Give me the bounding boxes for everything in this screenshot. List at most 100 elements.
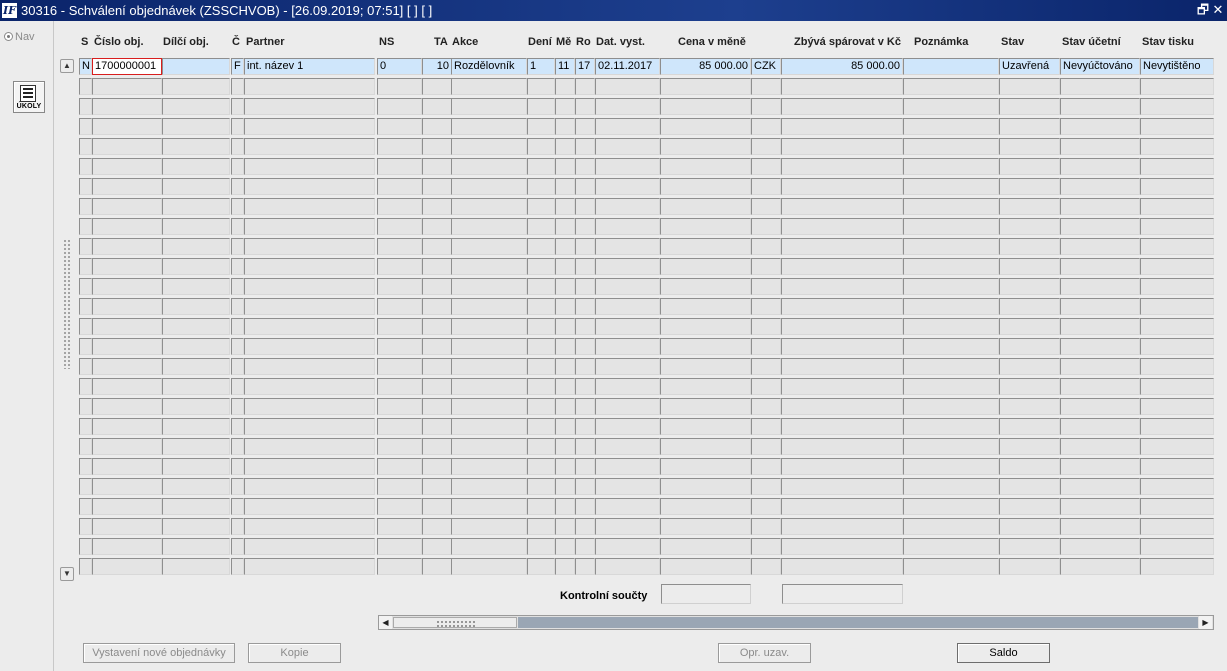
empty-cell[interactable] [903, 78, 999, 95]
empty-cell[interactable] [575, 78, 595, 95]
empty-cell[interactable] [903, 438, 999, 455]
empty-cell[interactable] [527, 498, 555, 515]
empty-cell[interactable] [244, 418, 375, 435]
empty-cell[interactable] [575, 238, 595, 255]
empty-cell[interactable] [162, 238, 230, 255]
empty-cell[interactable] [79, 118, 92, 135]
empty-cell[interactable] [244, 138, 375, 155]
empty-cell[interactable] [162, 178, 230, 195]
empty-cell[interactable] [1060, 338, 1140, 355]
empty-cell[interactable] [555, 498, 575, 515]
empty-cell[interactable] [999, 518, 1060, 535]
empty-cell[interactable] [162, 318, 230, 335]
empty-cell[interactable] [451, 538, 527, 555]
empty-cell[interactable] [999, 78, 1060, 95]
empty-cell[interactable] [903, 518, 999, 535]
empty-cell[interactable] [231, 238, 244, 255]
empty-cell[interactable] [92, 278, 162, 295]
empty-cell[interactable] [595, 198, 660, 215]
empty-cell[interactable] [451, 278, 527, 295]
empty-cell[interactable] [451, 318, 527, 335]
empty-cell[interactable] [451, 298, 527, 315]
empty-cell[interactable] [162, 218, 230, 235]
empty-cell[interactable] [555, 458, 575, 475]
empty-cell[interactable] [231, 158, 244, 175]
empty-cell[interactable] [555, 98, 575, 115]
empty-cell[interactable] [751, 518, 781, 535]
empty-cell[interactable] [244, 538, 375, 555]
empty-cell[interactable] [751, 538, 781, 555]
empty-cell[interactable] [244, 478, 375, 495]
empty-cell[interactable] [751, 558, 781, 575]
empty-cell[interactable] [377, 298, 422, 315]
empty-cell[interactable] [1140, 398, 1214, 415]
empty-cell[interactable] [377, 138, 422, 155]
empty-cell[interactable] [527, 198, 555, 215]
empty-cell[interactable] [79, 398, 92, 415]
empty-cell[interactable] [781, 178, 903, 195]
empty-cell[interactable] [451, 378, 527, 395]
empty-cell[interactable] [1140, 538, 1214, 555]
empty-cell[interactable] [660, 298, 751, 315]
empty-cell[interactable] [660, 518, 751, 535]
empty-cell[interactable] [244, 358, 375, 375]
cell-stav[interactable]: Uzavřená [999, 58, 1060, 75]
empty-cell[interactable] [660, 158, 751, 175]
empty-cell[interactable] [1140, 278, 1214, 295]
copy-button[interactable]: Kopie [248, 643, 341, 663]
empty-cell[interactable] [781, 478, 903, 495]
empty-cell[interactable] [1140, 258, 1214, 275]
empty-cell[interactable] [575, 438, 595, 455]
empty-cell[interactable] [231, 378, 244, 395]
empty-cell[interactable] [451, 258, 527, 275]
empty-cell[interactable] [555, 218, 575, 235]
empty-cell[interactable] [555, 538, 575, 555]
empty-cell[interactable] [903, 398, 999, 415]
empty-cell[interactable] [999, 538, 1060, 555]
empty-cell[interactable] [903, 378, 999, 395]
empty-cell[interactable] [422, 458, 452, 475]
empty-cell[interactable] [903, 478, 999, 495]
empty-cell[interactable] [1140, 478, 1214, 495]
empty-cell[interactable] [751, 418, 781, 435]
empty-cell[interactable] [244, 98, 375, 115]
empty-cell[interactable] [1060, 538, 1140, 555]
empty-cell[interactable] [422, 518, 452, 535]
empty-cell[interactable] [1060, 518, 1140, 535]
empty-cell[interactable] [92, 458, 162, 475]
empty-cell[interactable] [377, 558, 422, 575]
empty-cell[interactable] [1060, 98, 1140, 115]
empty-cell[interactable] [422, 298, 452, 315]
empty-cell[interactable] [781, 418, 903, 435]
new-order-button[interactable]: Vystavení nové objednávky [83, 643, 235, 663]
empty-cell[interactable] [92, 378, 162, 395]
empty-cell[interactable] [751, 398, 781, 415]
empty-cell[interactable] [422, 318, 452, 335]
empty-cell[interactable] [527, 98, 555, 115]
empty-cell[interactable] [903, 538, 999, 555]
empty-cell[interactable] [903, 238, 999, 255]
empty-cell[interactable] [79, 98, 92, 115]
empty-cell[interactable] [575, 278, 595, 295]
empty-cell[interactable] [92, 398, 162, 415]
empty-cell[interactable] [903, 218, 999, 235]
empty-cell[interactable] [999, 498, 1060, 515]
empty-cell[interactable] [92, 258, 162, 275]
empty-cell[interactable] [751, 338, 781, 355]
empty-cell[interactable] [244, 398, 375, 415]
empty-cell[interactable] [1140, 238, 1214, 255]
empty-cell[interactable] [244, 158, 375, 175]
empty-cell[interactable] [903, 418, 999, 435]
empty-cell[interactable] [377, 358, 422, 375]
empty-cell[interactable] [92, 98, 162, 115]
empty-cell[interactable] [555, 78, 575, 95]
empty-cell[interactable] [79, 198, 92, 215]
empty-cell[interactable] [575, 558, 595, 575]
empty-cell[interactable] [244, 518, 375, 535]
empty-cell[interactable] [1140, 498, 1214, 515]
empty-cell[interactable] [1060, 398, 1140, 415]
empty-cell[interactable] [999, 478, 1060, 495]
empty-cell[interactable] [903, 258, 999, 275]
empty-cell[interactable] [1140, 138, 1214, 155]
empty-cell[interactable] [377, 498, 422, 515]
